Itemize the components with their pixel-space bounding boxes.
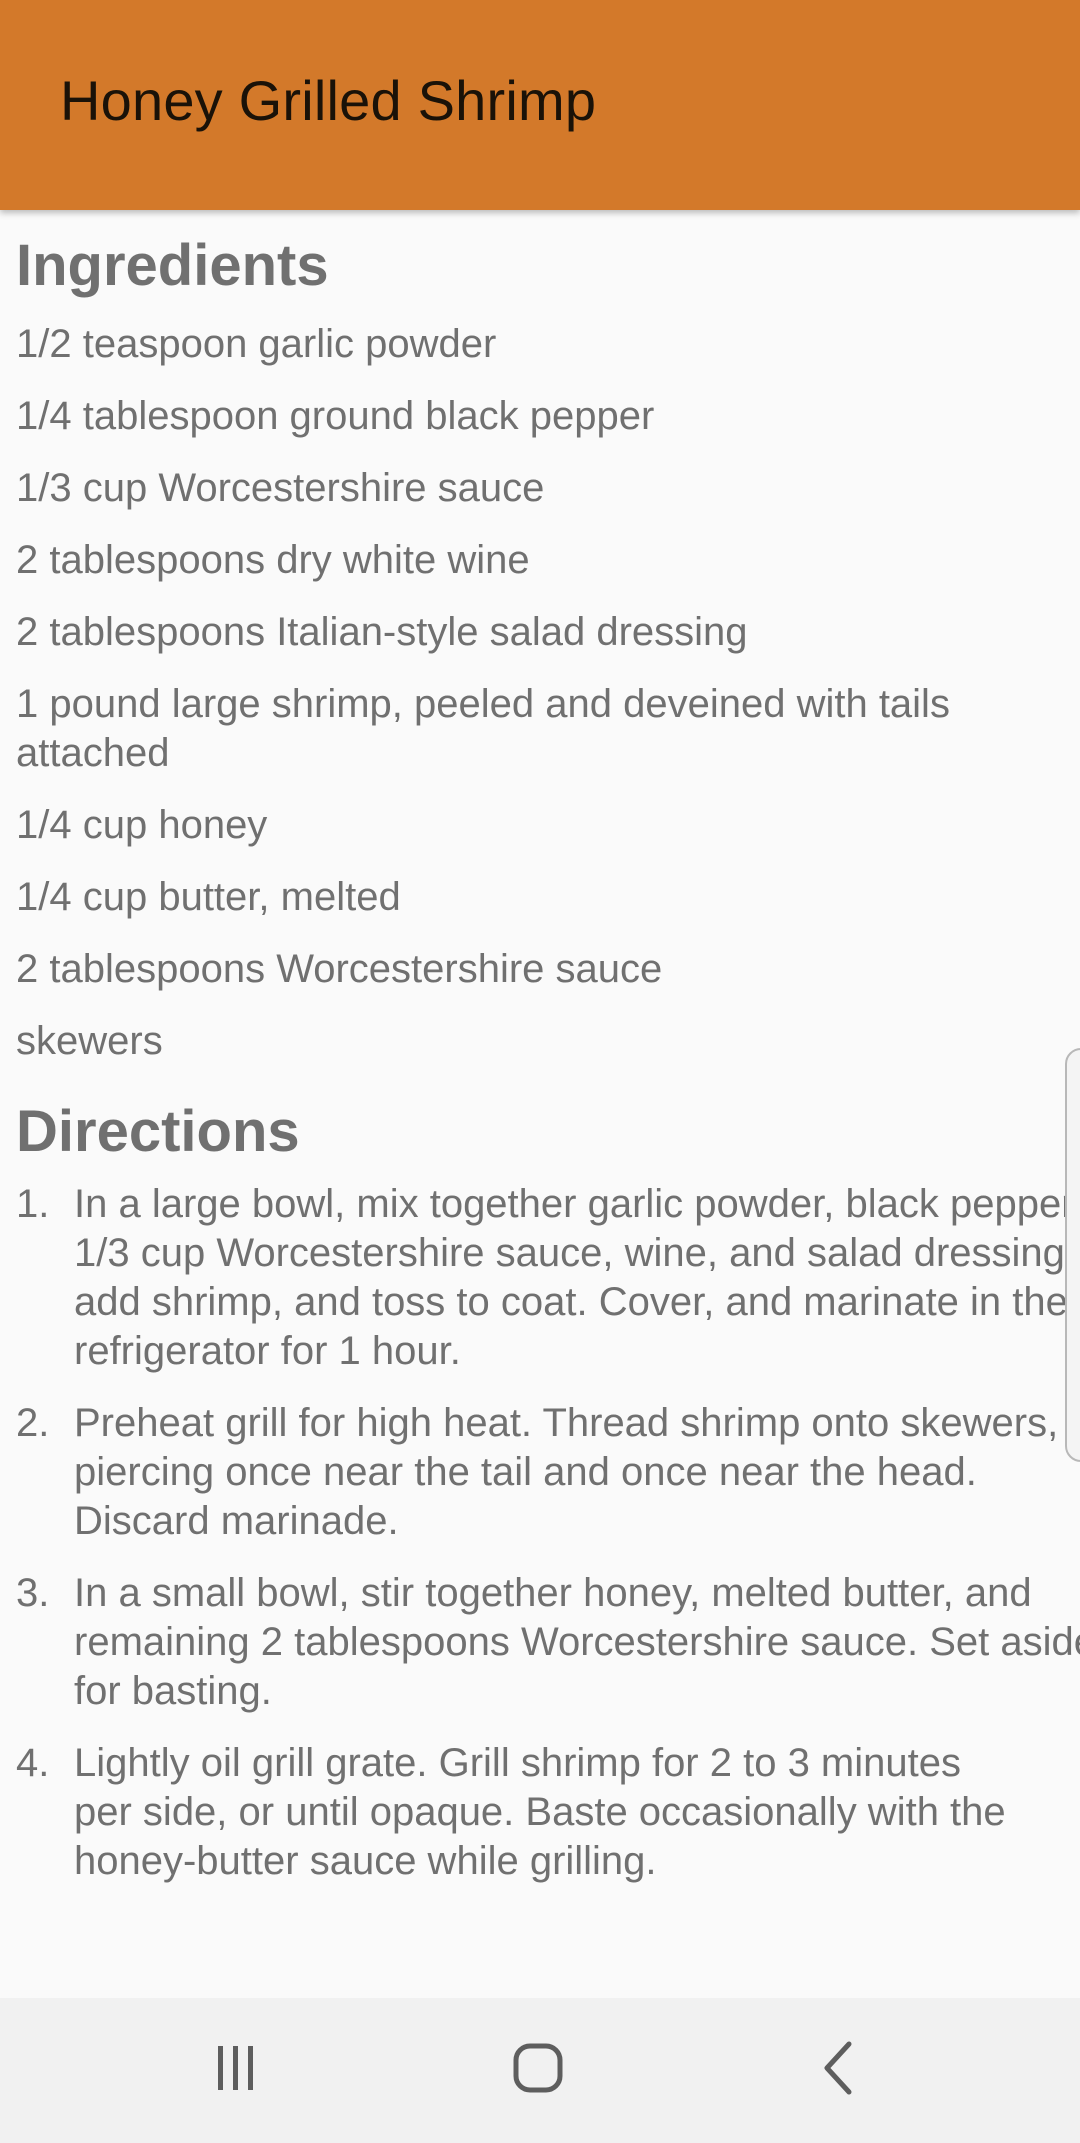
step-line: honey-butter sauce while grilling. <box>74 1839 657 1883</box>
scroll-handle[interactable] <box>1065 1048 1080 1462</box>
direction-step: 3. In a small bowl, stir together honey,… <box>16 1569 1080 1716</box>
direction-step: 1. In a large bowl, mix together garlic … <box>16 1180 1080 1376</box>
ingredient-item: 1/2 teaspoon garlic powder <box>16 322 497 366</box>
step-line: In a large bowl, mix together garlic pow… <box>74 1182 1080 1226</box>
ingredients-heading: Ingredients <box>16 233 329 298</box>
ingredient-item: 1/4 cup butter, melted <box>16 875 401 919</box>
recents-button[interactable] <box>181 2018 291 2118</box>
ingredient-item: 1 pound large shrimp, peeled and deveine… <box>16 680 1056 778</box>
directions-list: 1. In a large bowl, mix together garlic … <box>16 1180 1080 1909</box>
ingredient-item: 1/3 cup Worcestershire sauce <box>16 466 545 510</box>
back-icon <box>824 2041 852 2095</box>
direction-step: 4. Lightly oil grill grate. Grill shrimp… <box>16 1739 1080 1886</box>
ingredient-item: 1/4 cup honey <box>16 803 268 847</box>
recents-icon <box>218 2046 253 2090</box>
ingredient-line: attached <box>16 731 170 775</box>
system-nav-bar <box>0 1998 1080 2143</box>
step-line: remaining 2 tablespoons Worcestershire s… <box>74 1620 1080 1664</box>
directions-heading: Directions <box>16 1099 300 1164</box>
step-line: per side, or until opaque. Baste occasio… <box>74 1790 1006 1834</box>
back-button[interactable] <box>786 2018 896 2118</box>
ingredient-item: 2 tablespoons Italian-style salad dressi… <box>16 610 748 654</box>
step-number: 3. <box>16 1571 50 1615</box>
ingredient-item: skewers <box>16 1019 163 1063</box>
step-number: 1. <box>16 1182 50 1226</box>
direction-step: 2. Preheat grill for high heat. Thread s… <box>16 1399 1080 1546</box>
step-line: Lightly oil grill grate. Grill shrimp fo… <box>74 1741 961 1785</box>
ingredient-item: 2 tablespoons dry white wine <box>16 538 530 582</box>
step-line: 1/3 cup Worcestershire sauce, wine, and … <box>74 1231 1077 1275</box>
ingredient-item: 1/4 tablespoon ground black pepper <box>16 394 655 438</box>
step-line: Discard marinade. <box>74 1499 399 1543</box>
ingredient-line: 1 pound large shrimp, peeled and deveine… <box>16 682 950 726</box>
home-button[interactable] <box>483 2018 593 2118</box>
step-line: for basting. <box>74 1669 272 1713</box>
page-title: Honey Grilled Shrimp <box>60 69 597 132</box>
step-line: Preheat grill for high heat. Thread shri… <box>74 1401 1059 1445</box>
step-number: 2. <box>16 1401 50 1445</box>
step-line: piercing once near the tail and once nea… <box>74 1450 977 1494</box>
step-line: refrigerator for 1 hour. <box>74 1329 461 1373</box>
app-bar: Honey Grilled Shrimp <box>0 0 1080 210</box>
step-line: add shrimp, and toss to coat. Cover, and… <box>74 1280 1068 1324</box>
step-number: 4. <box>16 1741 50 1785</box>
ingredients-list: 1/2 teaspoon garlic powder 1/4 tablespoo… <box>16 320 1056 1089</box>
ingredient-item: 2 tablespoons Worcestershire sauce <box>16 947 663 991</box>
step-line: In a small bowl, stir together honey, me… <box>74 1571 1032 1615</box>
recipe-content[interactable]: Ingredients 1/2 teaspoon garlic powder 1… <box>0 210 1080 1998</box>
home-icon <box>513 2043 563 2093</box>
